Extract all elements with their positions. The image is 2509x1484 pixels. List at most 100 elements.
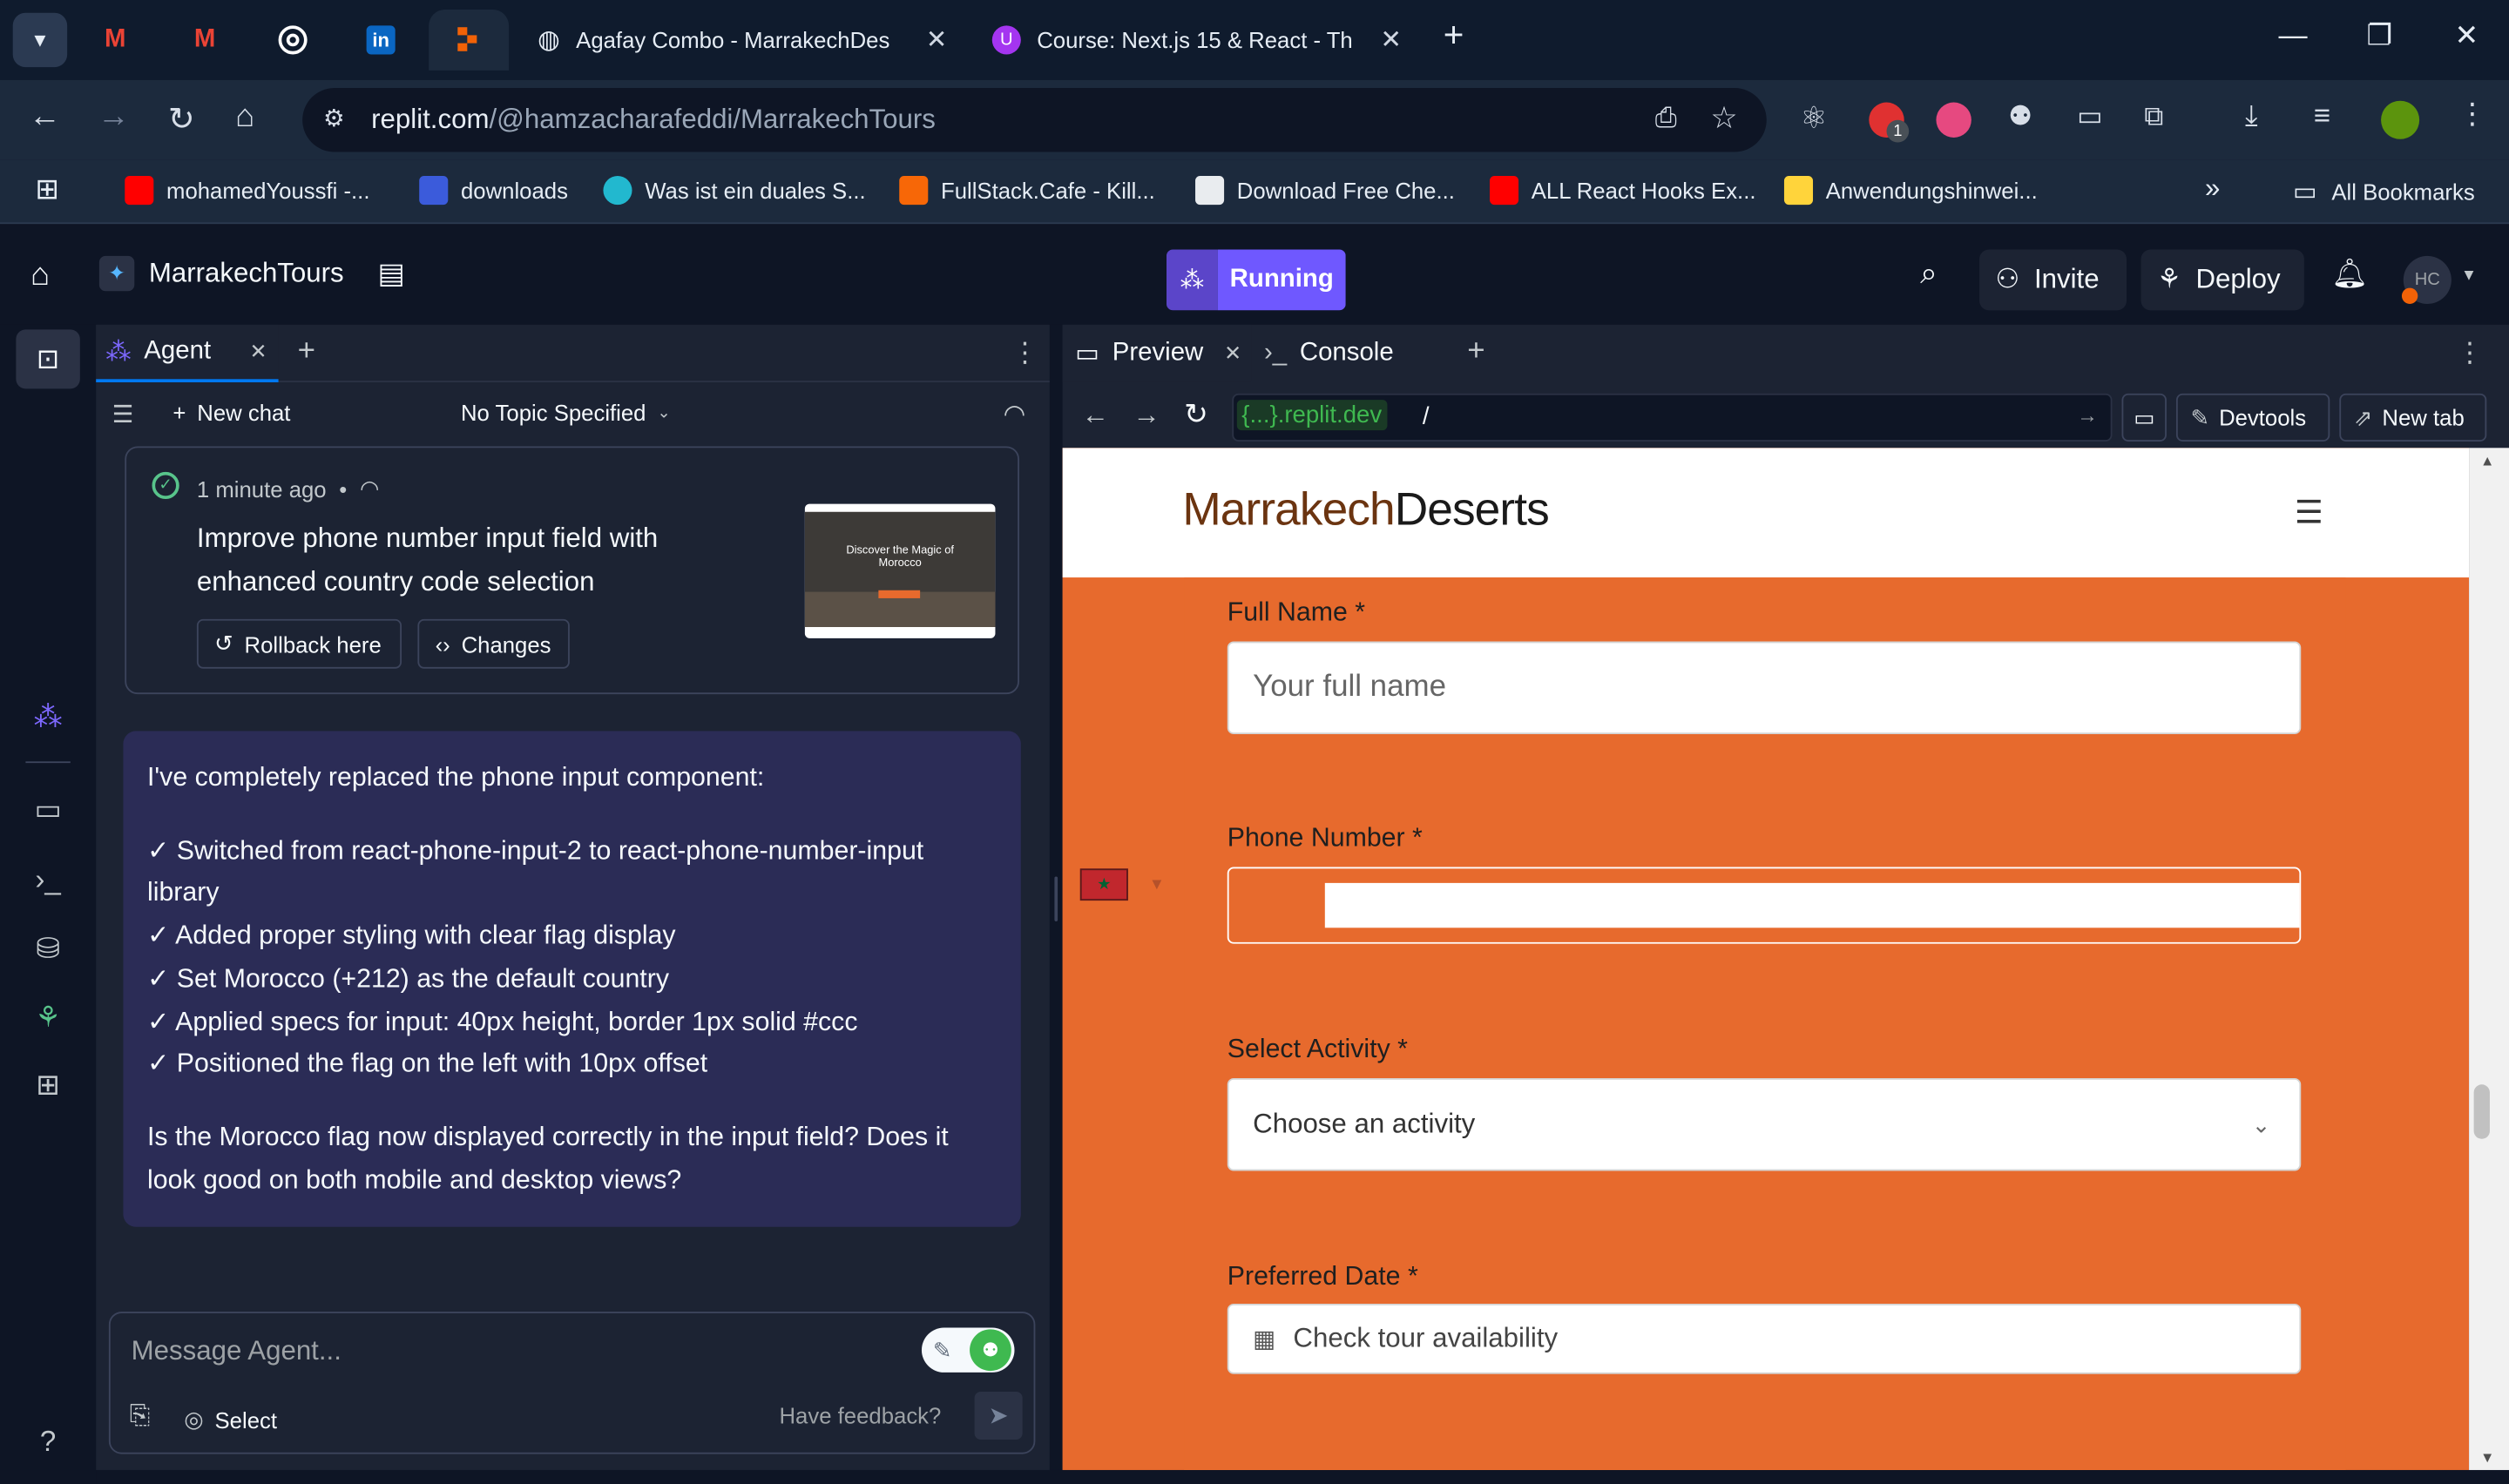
hamburger-menu-icon[interactable]: ☰ [2295,493,2323,533]
help-icon[interactable]: ? [29,1422,67,1460]
pinned-tab-replit[interactable] [429,10,510,71]
speed-gauge-icon[interactable]: ◠ [1004,398,1026,430]
site-logo[interactable]: MarrakechDeserts [1182,485,1549,538]
browser-tab-agafay[interactable]: ◍ Agafay Combo - MarrakechDes ✕ [515,10,963,71]
activity-select[interactable]: Choose an activity ⌄ [1227,1077,2302,1171]
message-input[interactable]: Message Agent... [132,1336,900,1368]
panel-resize-handle[interactable] [1049,324,1063,1470]
home-icon[interactable]: ⌂ [30,258,50,294]
preview-scrollbar[interactable]: ▲ ▼ [2469,448,2509,1470]
tab-agent[interactable]: ⁂ Agent ✕ [96,324,279,382]
forward-arrow-icon[interactable]: → [1133,400,1160,432]
deploy-button[interactable]: ⚘ Deploy [2140,249,2304,311]
go-arrow-icon[interactable]: → [2077,403,2098,428]
media-controls-icon[interactable]: ≡ [2314,99,2330,133]
database-icon[interactable]: ⛁ [29,929,67,968]
new-tab-button[interactable]: + [1444,15,1464,57]
bookmark-item[interactable]: Was ist ein duales S... [603,176,866,206]
more-options-icon[interactable]: ⋮ [2456,338,2483,370]
scroll-down-arrow-icon[interactable]: ▼ [2480,1449,2494,1465]
react-devtools-icon[interactable]: ⚛ [1800,101,1827,138]
chat-history-list-icon[interactable]: ☰ [112,400,134,428]
date-picker-input[interactable]: ▦ Check tour availability [1227,1303,2302,1374]
picture-in-picture-icon[interactable]: ▭ [2077,101,2103,133]
close-tab-icon[interactable]: ✕ [250,339,267,364]
send-button[interactable]: ➤ [974,1391,1023,1440]
explorer-toggle[interactable]: ⊡ [16,329,80,389]
deployments-icon[interactable]: ⚘ [29,998,67,1036]
select-element-button[interactable]: ◎ Select [184,1406,277,1433]
pinned-tab-gmail-2[interactable]: M [172,15,236,66]
address-bar[interactable]: ⚙ replit.com/@hamzacharafeddi/MarrakechT… [302,88,1767,152]
extension-api-icon[interactable]: 1 [1869,102,1910,143]
bookmark-item[interactable]: Anwendungshinwei... [1783,176,2038,206]
extensions-puzzle-icon[interactable]: ⧉ [2144,101,2163,133]
preview-url-input[interactable]: {...}.replit.dev / → [1232,393,2113,442]
close-window-icon[interactable]: ✕ [2455,19,2479,53]
add-tab-button[interactable]: + [298,334,315,369]
home-icon[interactable]: ⌂ [235,99,254,136]
bookmark-item[interactable]: FullStack.Cafe - Kill... [899,176,1155,206]
tab-preview[interactable]: ▭ Preview ✕ [1062,324,1252,382]
reload-icon[interactable]: ↻ [1184,398,1208,432]
changes-button[interactable]: ‹› Changes [417,618,570,669]
install-app-icon[interactable]: ⎙ [1655,103,1677,135]
extension-robot-icon[interactable]: ⚉ [2008,101,2032,133]
more-options-icon[interactable]: ⋮ [1011,338,1038,370]
profile-avatar-icon[interactable] [2381,100,2420,139]
agent-mode-toggle[interactable]: ✎ ⚉ [921,1327,1015,1373]
notifications-bell-icon[interactable]: 🔔︎ [2331,258,2368,292]
site-settings-icon[interactable]: ⚙ [323,104,345,132]
checkpoint-screenshot-thumbnail[interactable]: Discover the Magic of Morocco [804,503,996,638]
close-tab-icon[interactable]: ✕ [1380,24,1402,57]
bookmark-item[interactable]: mohamedYoussfi -... [125,176,369,206]
tab-console[interactable]: ›_ Console [1264,325,1444,382]
bookmark-item[interactable]: ALL React Hooks Ex... [1490,176,1756,206]
back-arrow-icon[interactable]: ← [1082,400,1109,432]
user-avatar[interactable]: HC [2401,255,2452,304]
pinned-tab-gmail[interactable]: M [84,15,147,66]
add-tab-button[interactable]: + [1467,334,1484,369]
bookmarks-overflow-button[interactable]: » [2205,172,2220,205]
browser-tab-course[interactable]: U Course: Next.js 15 & React - Th ✕ [970,10,1417,71]
new-chat-button[interactable]: + New chat [172,400,290,425]
bookmark-star-icon[interactable]: ☆ [1710,101,1737,138]
device-size-button[interactable]: ▭ [2121,393,2167,442]
reload-icon[interactable]: ↻ [168,99,195,139]
console-prompt-icon[interactable]: ›_ [29,860,67,899]
attach-paperclip-icon[interactable]: ⎘ [130,1403,151,1432]
topic-selector[interactable]: No Topic Specified ⌄ [461,400,671,425]
pinned-tab-openai[interactable] [260,15,324,66]
agent-tool-icon[interactable]: ⁂ [29,698,67,736]
tab-search-button[interactable]: ▼ [12,12,68,68]
preview-scrollbar-thumb[interactable] [2473,1084,2490,1139]
invite-button[interactable]: ⚇ Invite [1979,249,2127,311]
run-status-button[interactable]: ⁂ Running [1166,249,1346,311]
open-new-tab-button[interactable]: ⇗ New tab [2339,393,2487,442]
minimize-window-icon[interactable]: — [2279,19,2308,53]
chrome-menu-icon[interactable]: ⋮ [2458,98,2486,132]
full-name-input[interactable]: Your full name [1227,641,2302,735]
forward-arrow-icon[interactable]: → [98,99,130,136]
downloads-icon[interactable]: ⤓ [2245,99,2258,133]
back-arrow-icon[interactable]: ← [29,99,61,136]
phone-number-input[interactable] [1324,882,2300,928]
scroll-up-arrow-icon[interactable]: ▲ [2480,453,2494,469]
close-tab-icon[interactable]: ✕ [1224,341,1241,366]
spotlight-page-icon[interactable]: ▤ [377,258,404,292]
preview-monitor-icon[interactable]: ▭ [29,790,67,828]
feedback-link[interactable]: Have feedback? [779,1403,941,1428]
bookmark-item[interactable]: Download Free Che... [1195,176,1455,206]
pinned-tab-linkedin[interactable]: in [348,15,412,66]
all-tools-grid-icon[interactable]: ⊞ [29,1065,67,1103]
restore-window-icon[interactable]: ❐ [2367,19,2393,53]
apps-grid-icon[interactable]: ⊞ [35,172,59,206]
project-switcher[interactable]: ✦ MarrakechTours [98,255,344,292]
chevron-down-icon[interactable]: ▼ [2461,267,2477,285]
all-bookmarks-button[interactable]: ▭ All Bookmarks [2293,176,2475,208]
devtools-button[interactable]: ✎ Devtools [2175,393,2330,442]
extension-adblock-icon[interactable] [1936,102,1971,138]
country-flag-selector[interactable]: ★ ▼ [1079,868,1165,901]
bookmark-item[interactable]: downloads [419,176,568,206]
search-icon[interactable]: ⌕ [1920,258,1938,293]
